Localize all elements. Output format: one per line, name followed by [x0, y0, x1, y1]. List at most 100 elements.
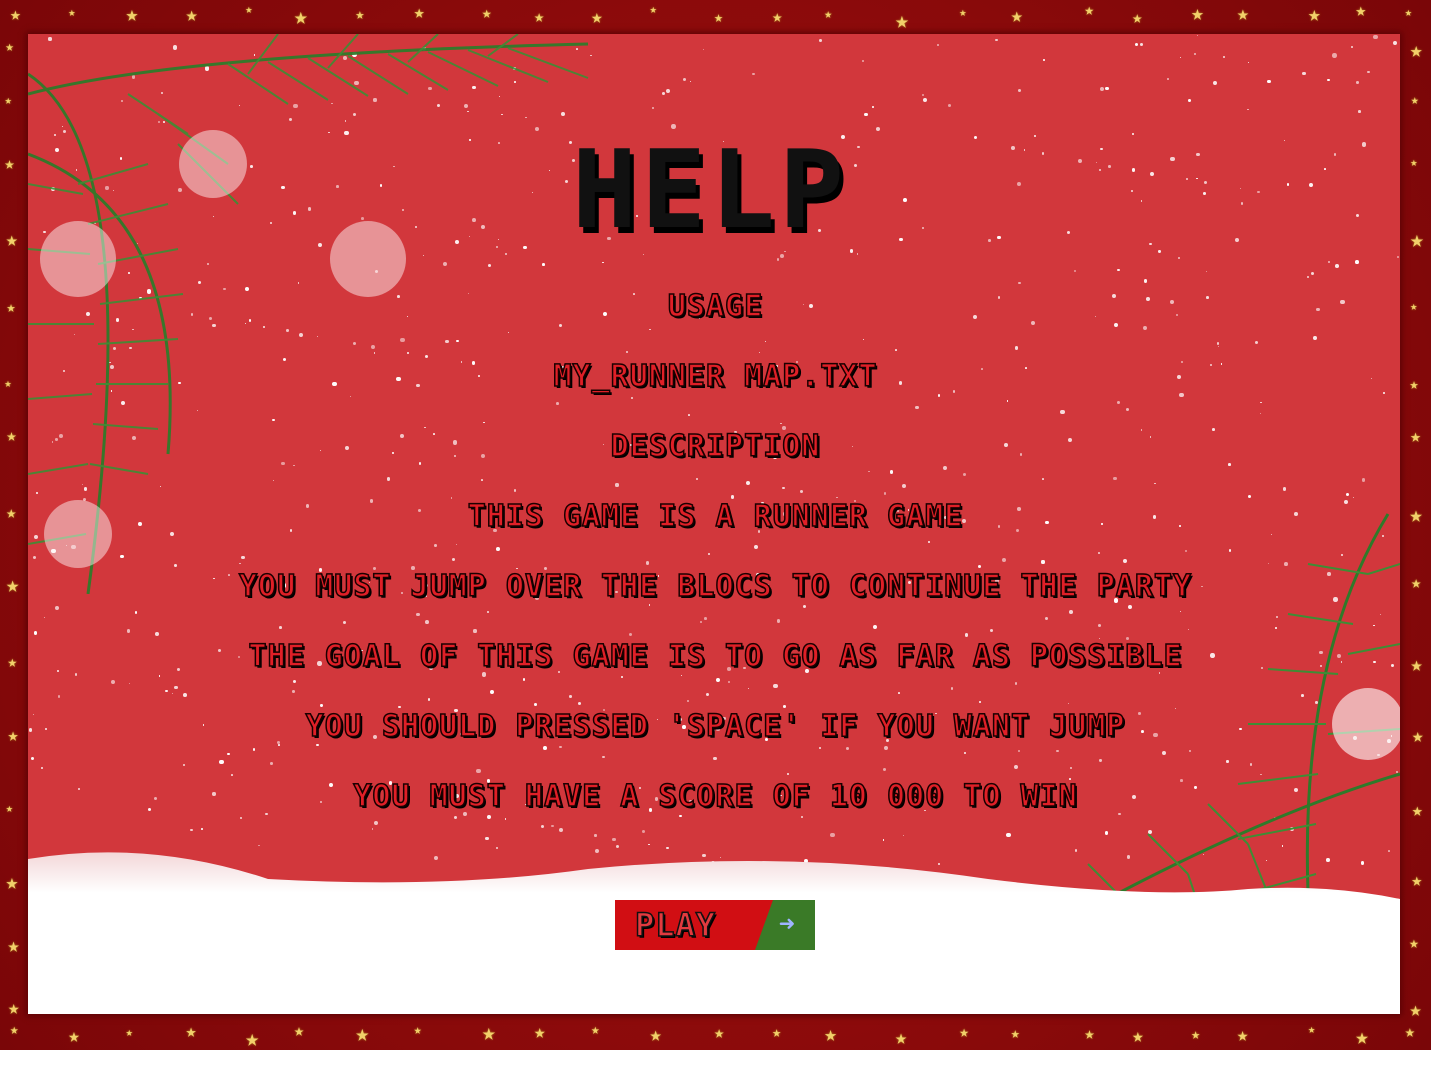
snow-dot [849, 249, 854, 253]
snow-dot [1006, 400, 1009, 402]
snow-dot [1212, 80, 1217, 86]
snow-dot [569, 695, 573, 699]
snow-dot [231, 773, 233, 776]
star-icon: ★ [245, 1025, 260, 1050]
snow-dot [1223, 55, 1226, 58]
star-icon: ★ [895, 1025, 908, 1050]
star-icon: ★ [1084, 0, 1095, 20]
star-icon: ★ [1010, 1024, 1020, 1043]
snow-dot [687, 700, 690, 702]
snow-dot [158, 675, 161, 678]
snow-dot [1060, 409, 1065, 415]
snow-dot [1018, 281, 1021, 285]
snow-dot [1361, 142, 1367, 147]
snow-dot [921, 94, 924, 97]
snow-dot [1188, 99, 1191, 103]
snow-dot [226, 752, 230, 756]
snow-dot [134, 611, 138, 615]
snow-dot [943, 465, 948, 470]
snow-dot [155, 632, 160, 637]
snow-dot [937, 394, 941, 397]
star-icon: ★ [1307, 1, 1321, 26]
star-icon: ★ [895, 7, 909, 34]
snow-dot [1197, 34, 1199, 37]
snow-dot [1143, 325, 1148, 330]
snow-dot [683, 77, 687, 81]
snow-dot [688, 413, 691, 416]
snow-dot [371, 828, 374, 830]
snow-dot [681, 675, 683, 677]
snow-dot [780, 254, 785, 259]
snow-dot [1267, 79, 1271, 84]
snow-dot [578, 702, 582, 706]
snow-dot [764, 340, 767, 343]
star-icon: ★ [7, 997, 20, 1020]
snow-dot [856, 252, 859, 255]
snow-dot [279, 626, 283, 630]
snow-dot [1355, 260, 1359, 264]
star-icon: ★ [413, 1022, 422, 1038]
snow-dot [1367, 70, 1370, 73]
star-icon: ★ [10, 1021, 19, 1038]
snow-dot [292, 690, 295, 694]
snow-dot [1302, 71, 1306, 76]
snow-dot [864, 113, 868, 117]
star-icon: ★ [714, 1022, 725, 1043]
snow-dot [486, 815, 491, 820]
snow-dot [1043, 59, 1045, 61]
star-icon: ★ [293, 1021, 305, 1042]
snow-dot [871, 105, 874, 108]
star-icon: ★ [481, 2, 492, 22]
snow-dot [1016, 181, 1021, 186]
snow-dot [126, 629, 131, 634]
snow-dot [1100, 147, 1103, 151]
snow-dot [1239, 187, 1241, 189]
snow-dot [424, 619, 429, 624]
snow-dot [704, 617, 708, 621]
snow-dot [702, 48, 705, 51]
snow-dot [486, 611, 489, 614]
snow-dot [504, 818, 507, 820]
play-button[interactable]: PLAY ➜ [615, 900, 815, 950]
star-icon: ★ [1307, 1022, 1316, 1036]
snow-dot [1179, 56, 1182, 59]
snow-dot [921, 226, 925, 229]
snow-dot [1149, 171, 1154, 176]
star-icon: ★ [534, 7, 545, 28]
snow-dot [1335, 264, 1339, 269]
snow-dot [1099, 86, 1105, 91]
snow-dot [1105, 86, 1110, 91]
star-icon: ★ [1084, 1023, 1095, 1044]
snow-dot [1185, 178, 1188, 181]
snow-dot [1108, 165, 1111, 169]
snow-dot [172, 692, 174, 695]
snow-dot [1041, 152, 1045, 155]
snow-dot [713, 756, 717, 761]
snow-dot [320, 704, 323, 707]
snow-dot [1260, 401, 1262, 404]
star-icon: ★ [1132, 7, 1143, 28]
snow-dot [629, 633, 633, 637]
snow-dot [1143, 279, 1148, 283]
help-title: HELP [571, 127, 849, 253]
snow-dot [1140, 200, 1142, 202]
snow-dot [973, 135, 978, 140]
snow-dot [802, 604, 806, 608]
star-icon: ★ [1236, 1024, 1249, 1047]
snow-dot [1158, 250, 1161, 253]
snow-dot [948, 104, 952, 108]
snow-dot [1117, 268, 1120, 272]
star-icon: ★ [1236, 1, 1249, 26]
snow-dot [988, 239, 991, 243]
snow-dot [1170, 156, 1175, 162]
description-line: YOU SHOULD PRESSED 'SPACE' IF YOU WANT J… [305, 709, 1126, 745]
snow-dot [758, 351, 761, 353]
star-icon: ★ [245, 2, 253, 17]
snow-dot [1259, 412, 1261, 414]
snow-dot [1240, 201, 1244, 205]
snow-dot [129, 683, 131, 685]
snow-dot [534, 703, 538, 706]
snow-dot [1130, 189, 1133, 193]
snow-dot [648, 604, 651, 606]
star-icon: ★ [1409, 933, 1419, 953]
